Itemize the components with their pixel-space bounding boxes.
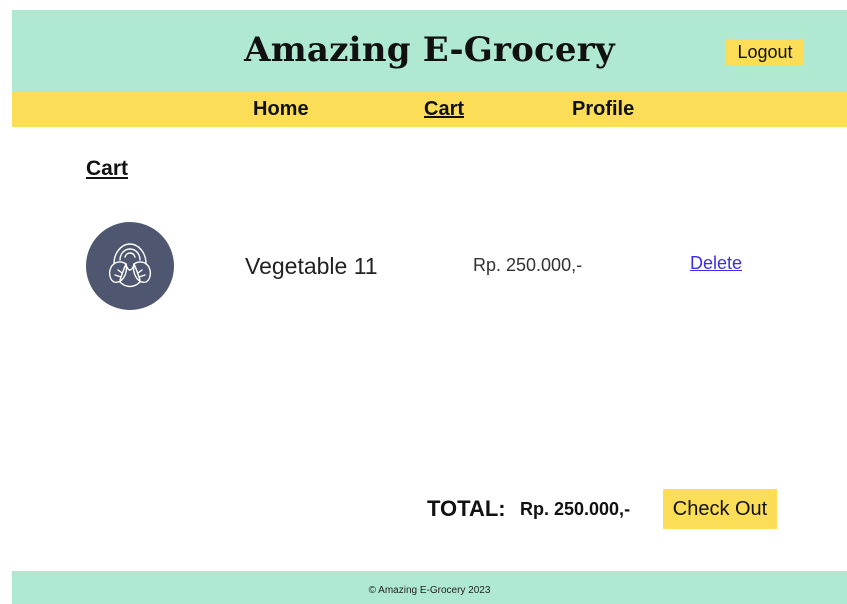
total-label: TOTAL: bbox=[427, 496, 506, 521]
footer-copyright: © Amazing E-Grocery 2023 bbox=[368, 585, 491, 596]
site-title: Amazing E-Grocery bbox=[244, 30, 615, 70]
logout-button[interactable]: Logout bbox=[726, 39, 804, 65]
cart-heading: Cart bbox=[86, 157, 129, 180]
nav-profile-link[interactable]: Profile bbox=[572, 98, 634, 121]
cart-item-name: Vegetable 11 bbox=[245, 253, 378, 279]
nav-home-link[interactable]: Home bbox=[253, 98, 309, 121]
cabbage-icon bbox=[108, 243, 152, 288]
total-value: Rp. 250.000,- bbox=[520, 499, 631, 519]
site-header: Amazing E-Grocery Logout bbox=[12, 10, 847, 92]
checkout-button[interactable]: Check Out bbox=[663, 489, 777, 529]
cart-item-price: Rp. 250.000,- bbox=[473, 255, 583, 275]
delete-item-link[interactable]: Delete bbox=[690, 253, 742, 274]
cart-item-image bbox=[86, 222, 174, 310]
main-nav: Home Cart Profile bbox=[12, 92, 847, 127]
site-footer: © Amazing E-Grocery 2023 bbox=[12, 571, 847, 604]
nav-cart-link[interactable]: Cart bbox=[424, 98, 464, 121]
